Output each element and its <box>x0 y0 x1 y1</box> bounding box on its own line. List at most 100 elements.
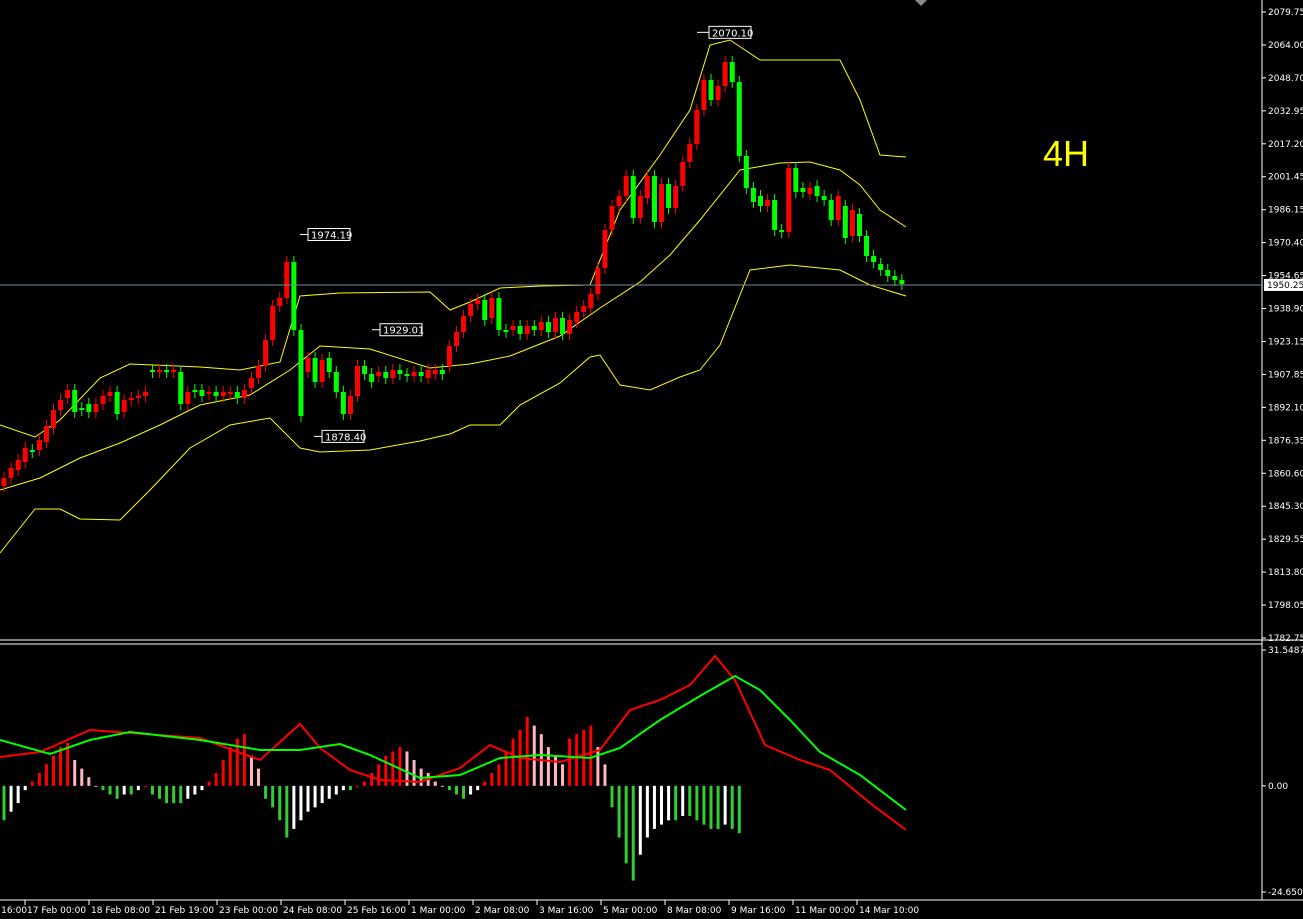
candle-body <box>800 188 806 192</box>
candle <box>241 384 247 404</box>
candle-body <box>545 322 551 332</box>
histogram-bar <box>525 716 529 786</box>
candle <box>892 270 898 286</box>
histogram-bar <box>638 785 642 855</box>
candle <box>517 320 523 340</box>
price-tick-label: 2064.00 <box>1268 41 1303 51</box>
candle <box>581 300 587 318</box>
annotation-label: 1878.40 <box>325 432 366 443</box>
candle <box>107 386 113 402</box>
candle-body <box>482 300 488 320</box>
time-tick-label: 3 Mar 16:00 <box>539 906 594 916</box>
trading-chart[interactable]: 2079.75 2064.00 2048.70 2032.95 2017.20 2001.… <box>0 0 1303 919</box>
histogram-bar <box>483 781 487 786</box>
candle <box>743 150 749 194</box>
price-tick-label: 1845.30 <box>1268 502 1303 512</box>
candle-body <box>828 200 834 220</box>
histogram-bar <box>271 785 275 808</box>
histogram-bar <box>631 785 635 881</box>
time-tick-label: 17 Feb 00:00 <box>27 906 86 916</box>
price-tick-label: 2032.95 <box>1268 107 1303 117</box>
candle <box>588 288 594 314</box>
candle-body <box>256 366 262 378</box>
candle <box>637 190 643 224</box>
time-tick-label: 8 Mar 08:00 <box>667 906 722 916</box>
histogram-bar <box>320 785 324 804</box>
candle-body <box>694 110 700 144</box>
candle-body <box>489 298 495 318</box>
candle <box>545 316 551 338</box>
candle-body <box>793 168 799 192</box>
macd-indicator <box>0 654 907 881</box>
candle-body <box>65 390 71 398</box>
price-annotation: 1974.19 <box>300 227 352 241</box>
candle-body <box>347 396 353 414</box>
candle-body <box>128 398 134 400</box>
current-price-tag: 1950.25 <box>1264 278 1303 291</box>
candle-body <box>743 156 749 188</box>
histogram-bar <box>129 785 133 795</box>
candle-body <box>772 200 778 230</box>
candle <box>256 360 262 384</box>
candle-body <box>114 392 120 414</box>
time-tick-label: 24 Feb 08:00 <box>283 906 342 916</box>
candle-body <box>305 358 311 372</box>
candle <box>765 194 771 212</box>
candle-body <box>524 326 530 334</box>
histogram-bar <box>610 785 614 808</box>
histogram-bar <box>44 764 48 786</box>
histogram-bar <box>200 785 204 791</box>
candle <box>277 292 283 312</box>
candle <box>666 178 672 214</box>
candle <box>659 178 665 228</box>
candle-body <box>121 400 127 412</box>
candle <box>93 398 99 418</box>
histogram-bar <box>249 755 253 786</box>
candle <box>814 180 820 202</box>
candle <box>22 442 28 468</box>
candle-body <box>418 372 424 376</box>
candle-body <box>8 468 14 478</box>
candle <box>291 256 297 336</box>
candle-body <box>284 262 290 298</box>
time-tick-label: 16 Feb 16:00 <box>0 906 27 916</box>
histogram-bar <box>87 777 91 786</box>
candle <box>263 334 269 372</box>
histogram-bar <box>462 785 466 799</box>
candle-body <box>220 392 226 396</box>
candle-body <box>383 372 389 378</box>
candle <box>574 306 580 328</box>
histogram-bar <box>94 785 98 787</box>
histogram-bar <box>334 785 338 795</box>
candle <box>736 76 742 162</box>
candle <box>729 56 735 88</box>
candle <box>807 182 813 200</box>
candle <box>694 104 700 150</box>
time-tick-label: 5 Mar 00:00 <box>603 906 658 916</box>
candle-body <box>680 162 686 186</box>
candle-body <box>157 370 163 372</box>
price-tick-label: 1782.75 <box>1268 634 1303 644</box>
candle <box>489 292 495 324</box>
candle <box>411 366 417 382</box>
candle <box>793 162 799 198</box>
candle-body <box>750 188 756 202</box>
time-tick-label: 2 Mar 08:00 <box>475 906 530 916</box>
histogram-bar <box>158 785 162 799</box>
time-tick-label: 9 Mar 16:00 <box>731 906 786 916</box>
histogram-bar <box>716 785 720 829</box>
candle-body <box>701 80 707 110</box>
candle <box>284 256 290 304</box>
histogram-bar <box>136 785 140 791</box>
histogram-bar <box>101 785 105 791</box>
macd-line <box>0 654 907 831</box>
price-tick-label: 1907.85 <box>1268 370 1303 380</box>
candle <box>418 366 424 382</box>
candle <box>687 138 693 168</box>
candle-body <box>43 426 49 442</box>
histogram-bar <box>165 785 169 804</box>
candle <box>871 250 877 268</box>
annotation-label: 2070.10 <box>712 28 753 39</box>
candle-body <box>135 396 141 398</box>
histogram-bar <box>214 772 218 786</box>
